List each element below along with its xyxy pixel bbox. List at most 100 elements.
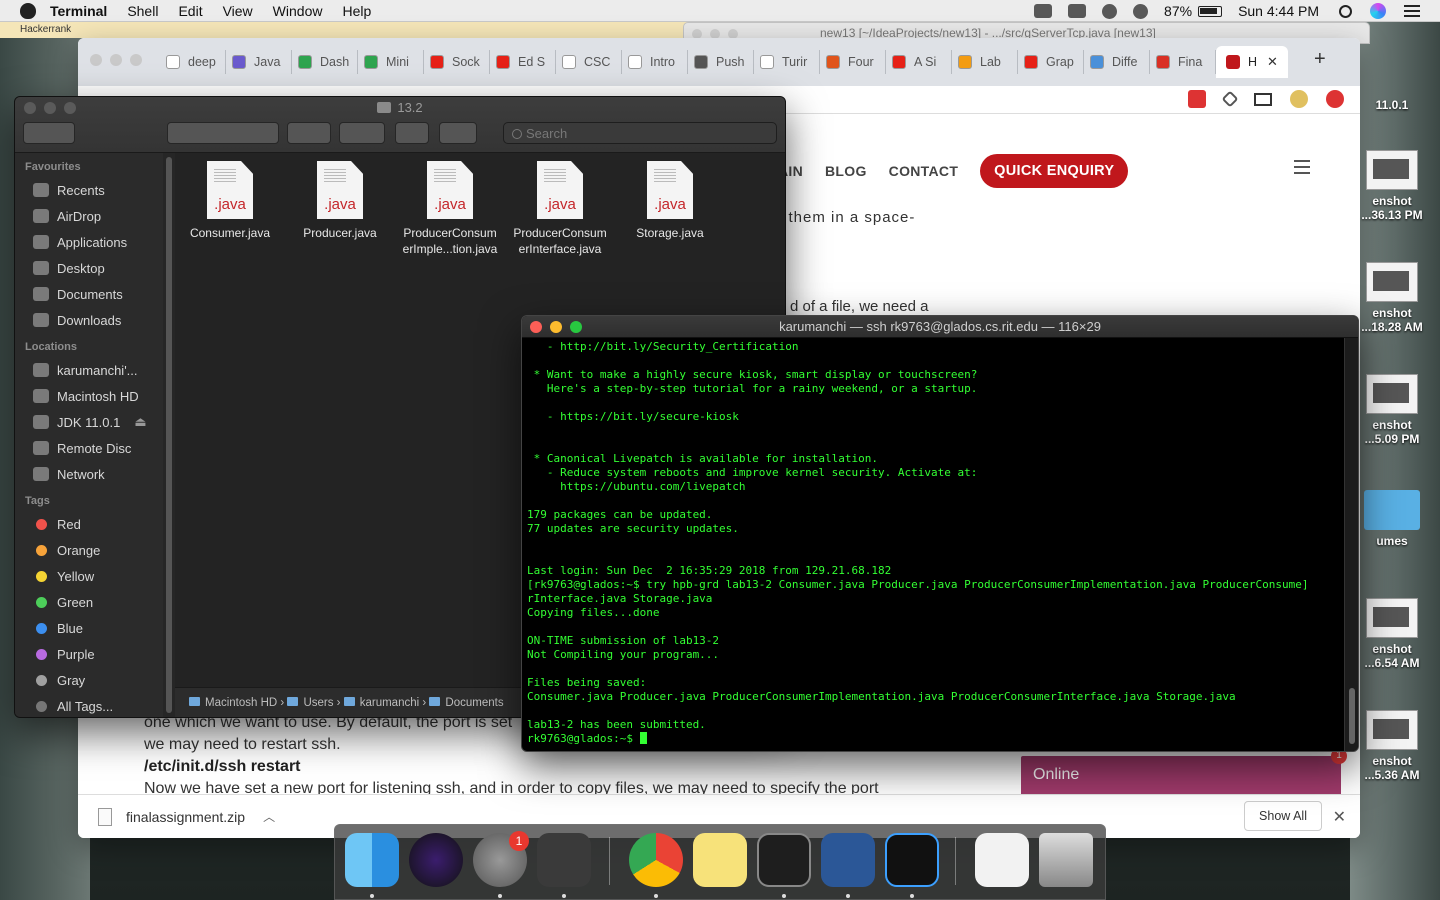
tab-11[interactable]: A Si (886, 50, 952, 74)
sidebar-item-downloads[interactable]: Downloads (15, 307, 163, 333)
zoom-button[interactable] (570, 321, 582, 333)
path-item[interactable]: Macintosh HD (205, 697, 277, 709)
tab-6[interactable]: CSC (556, 50, 622, 74)
nav-item-blog[interactable]: BLOG (825, 163, 867, 179)
tab-active[interactable]: H ✕ (1216, 46, 1288, 78)
desktop-item[interactable]: umes (1352, 490, 1432, 548)
tab-2[interactable]: Dash (292, 50, 358, 74)
tab-12[interactable]: Lab (952, 50, 1018, 74)
path-item[interactable]: karumanchi (360, 697, 419, 709)
battery-percent[interactable]: 87% (1164, 3, 1192, 19)
terminal-output[interactable]: - http://bit.ly/Security_Certification *… (522, 338, 1344, 751)
hamburger-menu-icon[interactable] (1294, 160, 1310, 174)
spotlight-icon[interactable] (1339, 4, 1352, 18)
tab-8[interactable]: Push (688, 50, 754, 74)
menu-help[interactable]: Help (342, 3, 371, 19)
tab-15[interactable]: Fina (1150, 50, 1216, 74)
file-item[interactable]: .java ProducerConsum erInterface.java (505, 161, 615, 257)
show-all-button[interactable]: Show All (1244, 801, 1322, 831)
terminal-prompt-line[interactable]: rk9763@glados:~$ (527, 732, 1344, 746)
desktop-item[interactable]: enshot ...5.36 AM (1352, 710, 1432, 782)
desktop-item[interactable]: 11.0.1 (1352, 98, 1432, 112)
battery-icon[interactable] (1198, 5, 1223, 17)
view-mode-buttons[interactable] (167, 122, 279, 144)
intellij-icon[interactable] (885, 833, 939, 887)
menu-view[interactable]: View (223, 3, 253, 19)
sublime-text-icon[interactable] (537, 833, 591, 887)
gmail-icon[interactable] (1254, 92, 1272, 106)
tag-orange[interactable]: Orange (15, 537, 163, 563)
sidebar-item-applications[interactable]: Applications (15, 229, 163, 255)
file-item[interactable]: .java ProducerConsum erImple...tion.java (395, 161, 505, 257)
tab-9[interactable]: Turir (754, 50, 820, 74)
file-item[interactable]: .java Storage.java (615, 161, 725, 241)
apple-icon[interactable] (20, 2, 36, 19)
tab-14[interactable]: Diffe (1084, 50, 1150, 74)
file-item[interactable]: .java Consumer.java (175, 161, 285, 241)
tag-gray[interactable]: Gray (15, 667, 163, 693)
share-button[interactable] (395, 122, 429, 144)
close-button[interactable] (530, 321, 542, 333)
new-tab-button[interactable]: + (1314, 48, 1326, 86)
word-icon[interactable] (821, 833, 875, 887)
menu-edit[interactable]: Edit (178, 3, 202, 19)
menu-window[interactable]: Window (273, 3, 323, 19)
menu-app-name[interactable]: Terminal (50, 3, 107, 19)
finder-icon[interactable] (345, 833, 399, 887)
siri-icon[interactable] (1370, 3, 1386, 19)
path-item[interactable]: Documents (445, 697, 503, 709)
chrome-traffic-lights[interactable] (90, 54, 142, 66)
tab-13[interactable]: Grap (1018, 50, 1084, 74)
download-item[interactable]: finalassignment.zip ︿ (98, 807, 275, 826)
file-item[interactable]: .java Producer.java (285, 161, 395, 241)
sidebar-location-4[interactable]: Network (15, 461, 163, 487)
tab-1[interactable]: Java (226, 50, 292, 74)
sidebar-location-2[interactable]: JDK 11.0.1 ⏏ (15, 409, 163, 435)
chrome-icon[interactable] (629, 833, 683, 887)
sidebar-item-airdrop[interactable]: AirDrop (15, 203, 163, 229)
path-item[interactable]: Users (303, 697, 333, 709)
close-tab-icon[interactable]: ✕ (1267, 54, 1278, 70)
sidebar-location-1[interactable]: Macintosh HD (15, 383, 163, 409)
finder-search-input[interactable]: Search (503, 122, 777, 144)
all-tags[interactable]: All Tags... (15, 693, 163, 717)
terminal-icon[interactable] (757, 833, 811, 887)
close-download-bar-icon[interactable]: ✕ (1333, 807, 1346, 827)
tab-4[interactable]: Sock (424, 50, 490, 74)
chevron-up-icon[interactable]: ︿ (263, 808, 275, 825)
tag-yellow[interactable]: Yellow (15, 563, 163, 589)
tab-0[interactable]: deep (160, 50, 226, 74)
tab-5[interactable]: Ed S (490, 50, 556, 74)
bookmark-star-icon[interactable] (1221, 90, 1239, 108)
terminal-scrollbar[interactable] (1344, 338, 1358, 751)
tag-red[interactable]: Red (15, 511, 163, 537)
tag-green[interactable]: Green (15, 589, 163, 615)
action-gear-button[interactable] (339, 122, 385, 144)
desktop-item[interactable]: enshot ...5.09 PM (1352, 374, 1432, 446)
tab-3[interactable]: Mini (358, 50, 424, 74)
terminal-traffic-lights[interactable] (530, 321, 582, 333)
notification-center-icon[interactable] (1404, 5, 1420, 17)
trash-icon[interactable] (1039, 833, 1093, 887)
lock-icon[interactable] (1034, 4, 1053, 18)
stickies-icon[interactable] (693, 833, 747, 887)
desktop-item[interactable]: enshot ...18.28 AM (1352, 262, 1432, 334)
menu-shell[interactable]: Shell (127, 3, 158, 19)
nav-item-contact[interactable]: CONTACT (889, 163, 959, 179)
extension-icon[interactable] (1188, 90, 1206, 108)
group-by-button[interactable] (287, 122, 331, 144)
sidebar-location-3[interactable]: Remote Disc (15, 435, 163, 461)
tag-blue[interactable]: Blue (15, 615, 163, 641)
airplay-icon[interactable] (1068, 4, 1087, 18)
sidebar-item-documents[interactable]: Documents (15, 281, 163, 307)
tab-10[interactable]: Four (820, 50, 886, 74)
minimize-button[interactable] (550, 321, 562, 333)
sidebar-scrollbar[interactable] (163, 153, 175, 717)
tags-button[interactable] (439, 122, 477, 144)
eject-icon[interactable]: ⏏ (134, 414, 146, 430)
avatar[interactable] (1290, 90, 1308, 108)
desktop-item[interactable]: enshot ...36.13 PM (1352, 150, 1432, 222)
sidebar-item-desktop[interactable]: Desktop (15, 255, 163, 281)
update-icon[interactable] (1326, 90, 1344, 108)
desktop-item[interactable]: enshot ...6.54 AM (1352, 598, 1432, 670)
